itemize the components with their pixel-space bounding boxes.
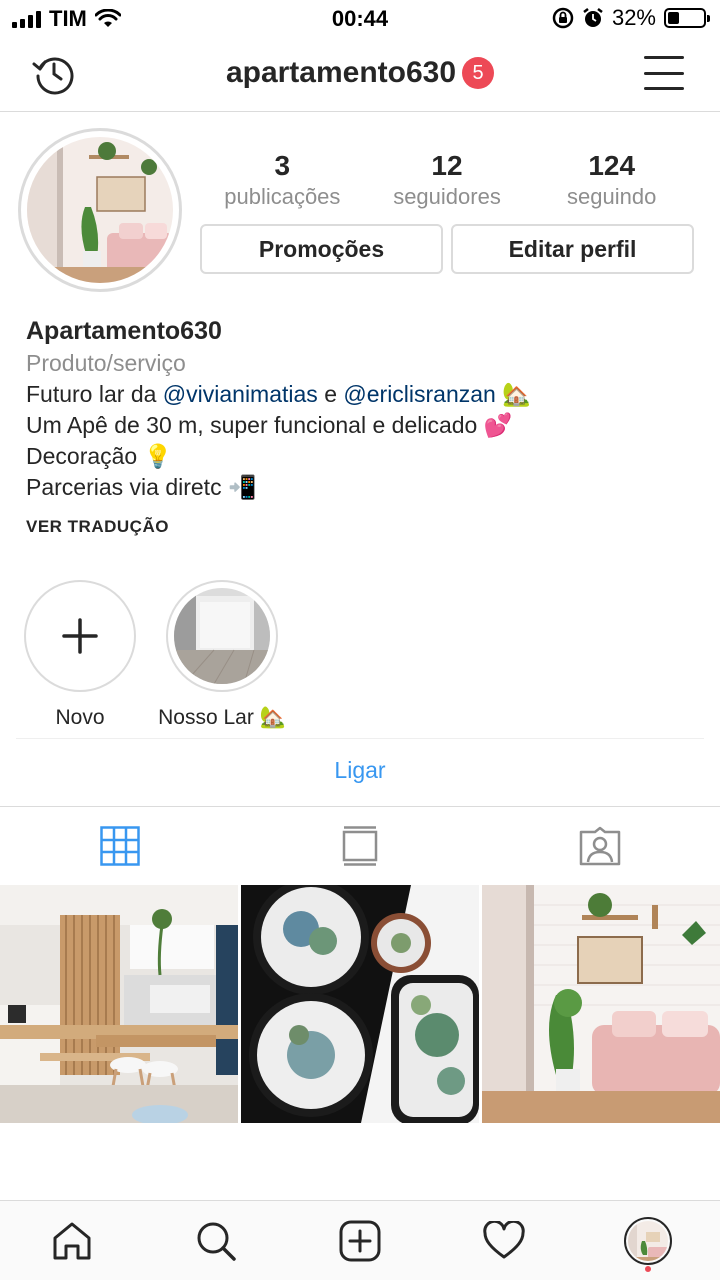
mention-link-1[interactable]: @vivianimatias: [163, 381, 318, 407]
status-right: 32%: [552, 5, 710, 31]
bottom-nav: [0, 1200, 720, 1280]
notification-badge: 5: [462, 57, 495, 89]
tab-feed[interactable]: [240, 807, 480, 885]
profile-bio: Apartamento630 Produto/serviço Futuro la…: [26, 314, 706, 537]
post-thumbnail[interactable]: [482, 885, 720, 1123]
rotation-lock-icon: [552, 7, 574, 29]
posts-grid: [0, 885, 720, 1123]
battery-icon: [664, 8, 710, 28]
activity-heart-icon: [483, 1220, 525, 1258]
battery-percent: 32%: [611, 5, 656, 30]
stat-posts[interactable]: 3 publicações: [200, 150, 365, 212]
stat-following[interactable]: 124 seguindo: [529, 150, 694, 212]
nav-profile[interactable]: [576, 1201, 720, 1280]
call-button[interactable]: Ligar: [0, 757, 720, 784]
tab-tagged[interactable]: [480, 807, 720, 885]
profile-stats: 3 publicações 12 seguidores 124 seguindo: [200, 150, 694, 212]
search-icon: [197, 1222, 236, 1261]
nav-search[interactable]: [144, 1201, 288, 1280]
highlight-nosso-lar-circle[interactable]: [166, 580, 278, 692]
edit-profile-button[interactable]: Editar perfil: [451, 224, 694, 274]
status-bar: TIM 00:44 32%: [0, 0, 720, 36]
profile-actions: Promoções Editar perfil: [200, 224, 694, 274]
plus-icon: [62, 618, 98, 654]
username-label: apartamento630: [225, 56, 457, 89]
profile-tabs: [0, 807, 720, 885]
highlight-new-label: Novo: [55, 706, 105, 729]
bio-line-1-mid: e: [317, 381, 344, 407]
highlight-nosso-lar[interactable]: Nosso Lar 🏡: [158, 580, 286, 730]
bio-line-4: Parcerias via diretc 📲: [26, 474, 257, 500]
highlight-nosso-lar-label: Nosso Lar 🏡: [158, 706, 286, 729]
house-emoji: 🏡: [502, 381, 531, 407]
username-title[interactable]: apartamento630 5: [0, 56, 720, 90]
profile-avatar[interactable]: [18, 128, 182, 292]
bio-line-1: Futuro lar da @vivianimatias e @ericlisr…: [26, 379, 706, 410]
bio-line-2: Um Apê de 30 m, super funcional e delica…: [26, 412, 513, 438]
home-icon: [53, 1222, 91, 1259]
nav-activity[interactable]: [432, 1201, 576, 1280]
highlight-new-circle[interactable]: [24, 580, 136, 692]
avatar-photo: [27, 137, 173, 283]
stat-following-label: seguindo: [567, 184, 657, 209]
profile-name: Apartamento630: [26, 317, 222, 345]
battery-fill: [668, 12, 679, 24]
notification-dot: [645, 1266, 651, 1272]
stat-posts-label: publicações: [224, 184, 341, 209]
stat-posts-value: 3: [274, 150, 291, 181]
stat-followers[interactable]: 12 seguidores: [365, 150, 530, 212]
tagged-icon: [579, 826, 621, 866]
menu-icon[interactable]: [644, 56, 684, 90]
grid-icon: [100, 826, 140, 866]
stat-followers-label: seguidores: [393, 184, 501, 209]
post-thumbnail[interactable]: [241, 885, 479, 1123]
highlight-new[interactable]: Novo: [24, 580, 136, 730]
stat-followers-value: 12: [431, 150, 463, 181]
mention-link-2[interactable]: @ericlisranzan: [343, 381, 495, 407]
profile-header: apartamento630 5: [0, 36, 720, 112]
add-post-icon: [339, 1220, 381, 1261]
nav-add-post[interactable]: [288, 1201, 432, 1280]
stat-following-value: 124: [588, 150, 636, 181]
post-thumbnail[interactable]: [0, 885, 238, 1123]
profile-avatar: [624, 1216, 672, 1265]
promotions-button[interactable]: Promoções: [200, 224, 443, 274]
feed-icon: [342, 826, 378, 866]
see-translation-link[interactable]: VER TRADUÇÃO: [26, 517, 706, 537]
tab-grid[interactable]: [0, 807, 240, 885]
alarm-icon: [583, 8, 603, 27]
highlight-cover-image: [174, 588, 270, 684]
bio-line-1-prefix: Futuro lar da: [26, 381, 163, 407]
profile-category: Produto/serviço: [26, 350, 186, 376]
bio-line-3: Decoração 💡: [26, 443, 173, 469]
divider: [16, 738, 704, 739]
nav-home[interactable]: [0, 1201, 144, 1280]
